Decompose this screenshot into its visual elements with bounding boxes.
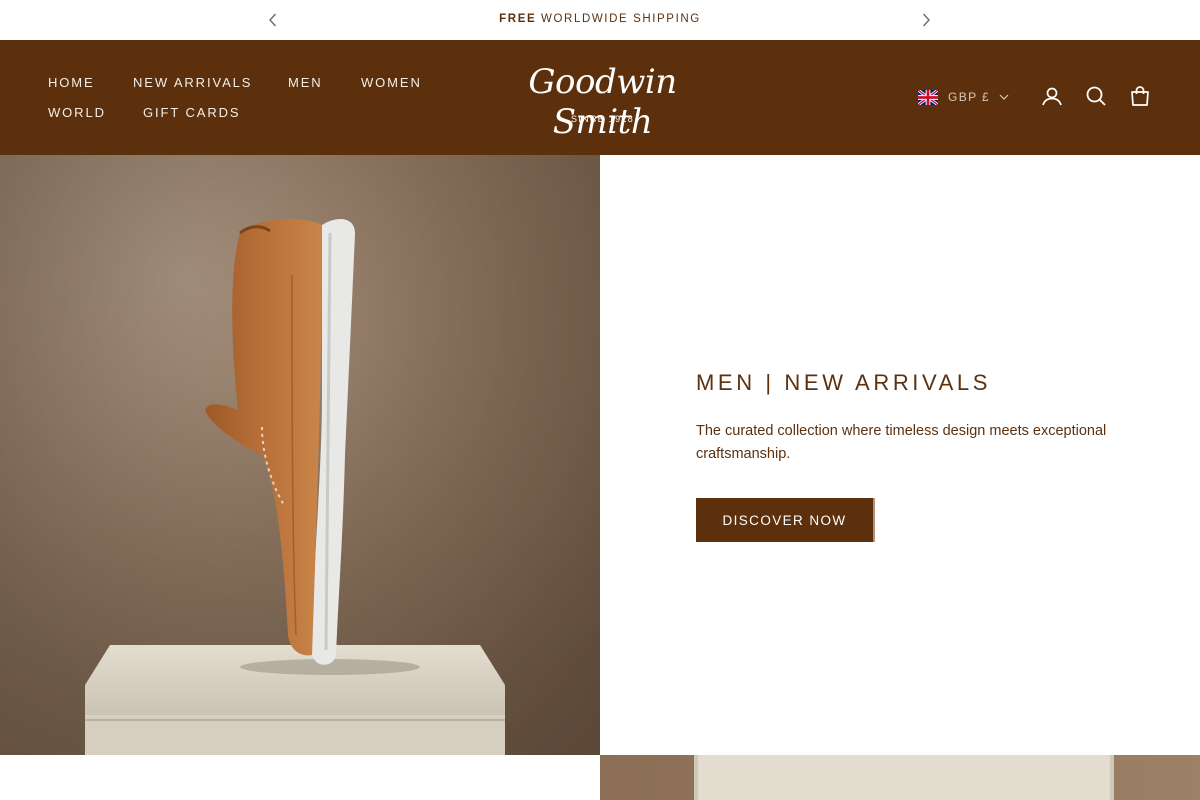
- uk-flag-icon: [918, 89, 938, 105]
- announcement-message: FREE WORLDWIDE SHIPPING: [0, 13, 1200, 25]
- lower-right-image[interactable]: [600, 755, 1200, 800]
- logo-wordmark: Goodwin Smith: [528, 62, 677, 142]
- brand-logo[interactable]: Goodwin Smith SINCE 1928: [505, 62, 700, 142]
- logo-since: SINCE 1928: [570, 114, 635, 124]
- chevron-right-icon[interactable]: [916, 10, 936, 30]
- cart-bag-icon[interactable]: [1128, 84, 1152, 108]
- currency-label: GBP £: [948, 90, 991, 104]
- announcement-bar: FREE WORLDWIDE SHIPPING: [0, 0, 1200, 40]
- nav-item-new-arrivals[interactable]: NEW ARRIVALS: [133, 75, 252, 90]
- plinth-image-crop: [694, 755, 1114, 800]
- announcement-bold: FREE: [499, 13, 537, 25]
- nav-item-men[interactable]: MEN: [288, 75, 323, 90]
- nav-item-home[interactable]: HOME: [48, 75, 95, 90]
- search-icon[interactable]: [1084, 84, 1108, 108]
- nav-item-world[interactable]: WORLD: [48, 105, 106, 120]
- hero-image[interactable]: [0, 155, 600, 755]
- hero-text-panel: MEN | NEW ARRIVALS The curated collectio…: [600, 155, 1200, 755]
- hero-title: MEN | NEW ARRIVALS: [696, 370, 992, 395]
- loafer-illustration: [0, 155, 600, 755]
- site-header: HOME NEW ARRIVALS MEN WOMEN WORLD GIFT C…: [0, 40, 1200, 155]
- discover-now-button[interactable]: DISCOVER NOW: [696, 498, 873, 542]
- hero-subtitle: The curated collection where timeless de…: [696, 423, 1107, 462]
- nav-item-gift-cards[interactable]: GIFT CARDS: [143, 105, 241, 120]
- announcement-text: WORLDWIDE SHIPPING: [536, 13, 701, 25]
- nav-item-women[interactable]: WOMEN: [361, 75, 422, 90]
- currency-selector[interactable]: GBP £: [918, 88, 1010, 106]
- chevron-down-icon: [999, 94, 1009, 100]
- lower-left-panel: [0, 755, 600, 800]
- account-icon[interactable]: [1040, 84, 1064, 108]
